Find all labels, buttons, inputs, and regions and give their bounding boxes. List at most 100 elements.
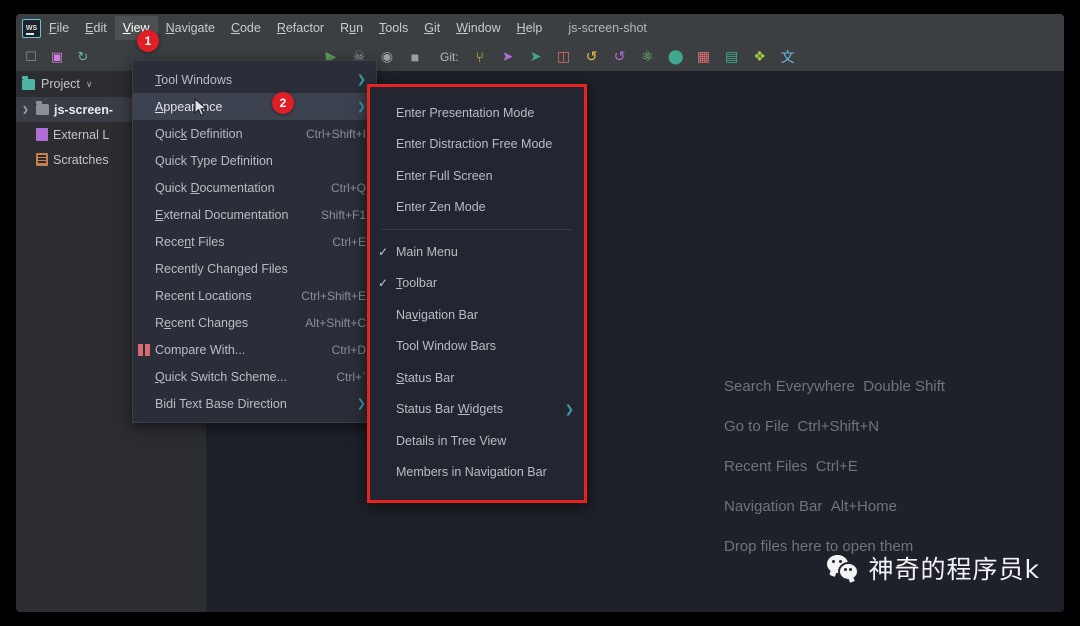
menu-bar-item-navigate[interactable]: Navigate: [158, 16, 223, 40]
project-tree-item-label: Scratches: [53, 152, 109, 167]
project-tree-item-label: js-screen-: [54, 102, 114, 117]
view-menu-item-recent-changes[interactable]: Recent Changes Alt+Shift+C: [133, 309, 376, 336]
appearance-item-enter-presentation-mode[interactable]: Enter Presentation Mode: [370, 97, 584, 129]
menu-item-label: Enter Presentation Mode: [396, 105, 535, 120]
stop-icon[interactable]: ■: [404, 46, 426, 68]
tree-expand-arrow-icon[interactable]: ❯: [22, 105, 34, 114]
open-folder-icon[interactable]: ☐: [20, 46, 42, 68]
menu-item-shortcut: Ctrl+Shift+I: [305, 126, 366, 141]
history-icon[interactable]: ↺: [581, 46, 603, 68]
library-icon: [36, 128, 48, 141]
menu-item-label: Toolbar: [396, 276, 437, 291]
menu-item-label: Recent Locations: [155, 288, 252, 303]
menu-item-shortcut: Ctrl+E: [332, 234, 366, 249]
view-menu-item-recently-changed-files[interactable]: Recently Changed Files: [133, 255, 376, 282]
folder-icon: [36, 101, 49, 115]
view-menu-item-quick-type-definition[interactable]: Quick Type Definition: [133, 147, 376, 174]
menu-item-shortcut: Ctrl+Q: [330, 180, 366, 195]
toolbar-right-group: ▶ ☠ ◉ ■ Git: ⑂ ➤ ➤ ◫ ↺ ↺ ⚛ ⬤ ▦ ▤ ❖ 文: [312, 46, 799, 68]
menu-item-shortcut: Ctrl+Shift+E: [301, 288, 366, 303]
menu-item-label: Recently Changed Files: [155, 261, 288, 276]
editor-hint: Go to File Ctrl+Shift+N: [724, 418, 1024, 435]
menu-item-label: Details in Tree View: [396, 433, 507, 448]
view-menu-item-quick-documentation[interactable]: Quick Documentation Ctrl+Q: [133, 174, 376, 201]
menu-bar-item-tools[interactable]: Tools: [371, 16, 416, 40]
compare-with-icon: [137, 343, 151, 357]
watermark-text: 神奇的程序员k: [868, 555, 1040, 584]
save-all-icon[interactable]: ▣: [46, 46, 68, 68]
hint-shortcut: Ctrl+E: [815, 458, 858, 475]
appearance-item-main-menu[interactable]: ✓ Main Menu: [370, 236, 584, 268]
view-menu-item-recent-files[interactable]: Recent Files Ctrl+E: [133, 228, 376, 255]
appearance-item-tool-window-bars[interactable]: Tool Window Bars: [370, 331, 584, 363]
view-menu-item-recent-locations[interactable]: Recent Locations Ctrl+Shift+E: [133, 282, 376, 309]
menu-bar-item-window[interactable]: Window: [448, 16, 508, 40]
plugin-puzzle-icon[interactable]: ❖: [749, 46, 771, 68]
rollback-icon[interactable]: ↺: [609, 46, 631, 68]
view-menu-item-compare-with[interactable]: Compare With... Ctrl+D: [133, 336, 376, 363]
menu-bar-item-git[interactable]: Git: [416, 16, 448, 40]
git-branch-icon[interactable]: ⑂: [469, 46, 491, 68]
editor-hint: Search Everywhere Double Shift: [724, 378, 1024, 395]
menu-bar-items: File Edit View Navigate Code Refactor Run Tools…: [41, 16, 550, 40]
menu-separator: [382, 229, 572, 230]
appearance-item-status-bar-widgets[interactable]: Status Bar Widgets ❯: [370, 394, 584, 426]
menu-item-label: Recent Files: [155, 234, 225, 249]
hint-shortcut: Alt+Home: [830, 498, 898, 515]
menu-item-label: Quick Documentation: [155, 180, 275, 195]
run-with-coverage-icon[interactable]: ◉: [376, 46, 398, 68]
menu-item-shortcut: Ctrl+D: [331, 342, 366, 357]
appearance-item-details-in-tree-view[interactable]: Details in Tree View: [370, 425, 584, 457]
atom-icon[interactable]: ⚛: [637, 46, 659, 68]
compare-icon[interactable]: ◫: [553, 46, 575, 68]
menu-item-label: Tool Windows: [155, 72, 233, 87]
menu-bar-item-file[interactable]: File: [41, 16, 77, 40]
editor-hint: Recent Files Ctrl+E: [724, 458, 1024, 475]
appearance-item-enter-full-screen[interactable]: Enter Full Screen: [370, 160, 584, 192]
menu-item-shortcut: Ctrl+`: [336, 369, 366, 384]
view-menu-item-external-documentation[interactable]: External Documentation Shift+F1: [133, 201, 376, 228]
hint-action: Go to File: [724, 418, 790, 435]
menu-bar-item-refactor[interactable]: Refactor: [269, 16, 332, 40]
view-menu-item-bidi-text-base-direction[interactable]: Bidi Text Base Direction ❯: [133, 390, 376, 417]
view-menu-item-quick-definition[interactable]: Quick Definition Ctrl+Shift+I: [133, 120, 376, 147]
appearance-item-enter-zen-mode[interactable]: Enter Zen Mode: [370, 192, 584, 224]
git-update-icon[interactable]: ➤: [525, 46, 547, 68]
menu-bar-item-run[interactable]: Run: [332, 16, 371, 40]
appearance-item-members-in-navigation-bar[interactable]: Members in Navigation Bar: [370, 457, 584, 489]
screenshot-root: WS File Edit View Navigate Code Refactor Run To…: [0, 0, 1080, 626]
menu-item-label: Bidi Text Base Direction: [155, 396, 287, 411]
editor-shortcut-hints: Search Everywhere Double Shift Go to File…: [724, 378, 1024, 578]
menu-item-label: Status Bar: [396, 370, 455, 385]
git-push-icon[interactable]: ➤: [497, 46, 519, 68]
menu-item-label: Tool Window Bars: [396, 339, 497, 354]
view-menu-item-appearance[interactable]: Appearance ❯: [133, 93, 376, 120]
menu-bar-item-edit[interactable]: Edit: [77, 16, 115, 40]
chevron-right-icon: ❯: [356, 74, 366, 86]
translate-icon[interactable]: 文: [777, 46, 799, 68]
search-target-icon[interactable]: ⬤: [665, 46, 687, 68]
view-menu-item-quick-switch-scheme[interactable]: Quick Switch Scheme... Ctrl+`: [133, 363, 376, 390]
view-menu-item-tool-windows[interactable]: Tool Windows ❯: [133, 66, 376, 93]
menu-item-label: Main Menu: [396, 244, 458, 259]
appearance-item-status-bar[interactable]: Status Bar: [370, 362, 584, 394]
menu-bar-item-help[interactable]: Help: [509, 16, 551, 40]
editor-hint: Navigation Bar Alt+Home: [724, 498, 1024, 515]
main-menu-bar: WS File Edit View Navigate Code Refactor Run To…: [16, 14, 1064, 42]
webstorm-ide-window: WS File Edit View Navigate Code Refactor Run To…: [16, 14, 1064, 612]
menu-item-shortcut: Shift+F1: [320, 207, 366, 222]
sync-refresh-icon[interactable]: ↻: [72, 46, 94, 68]
hint-action: Search Everywhere: [724, 378, 855, 395]
menu-item-label: Quick Switch Scheme...: [155, 369, 287, 384]
hint-shortcut: Double Shift: [863, 378, 945, 395]
layout-icon[interactable]: ▦: [693, 46, 715, 68]
appearance-item-toolbar[interactable]: ✓ Toolbar: [370, 268, 584, 300]
menu-bar-item-code[interactable]: Code: [223, 16, 269, 40]
menu-item-label: Recent Changes: [155, 315, 249, 330]
appearance-item-navigation-bar[interactable]: Navigation Bar: [370, 299, 584, 331]
database-icon[interactable]: ▤: [721, 46, 743, 68]
step-badge-1: 1: [137, 30, 159, 52]
chevron-down-icon[interactable]: ∨: [86, 79, 93, 90]
menu-item-label: Status Bar Widgets: [396, 402, 504, 417]
appearance-item-enter-distraction-free-mode[interactable]: Enter Distraction Free Mode: [370, 129, 584, 161]
